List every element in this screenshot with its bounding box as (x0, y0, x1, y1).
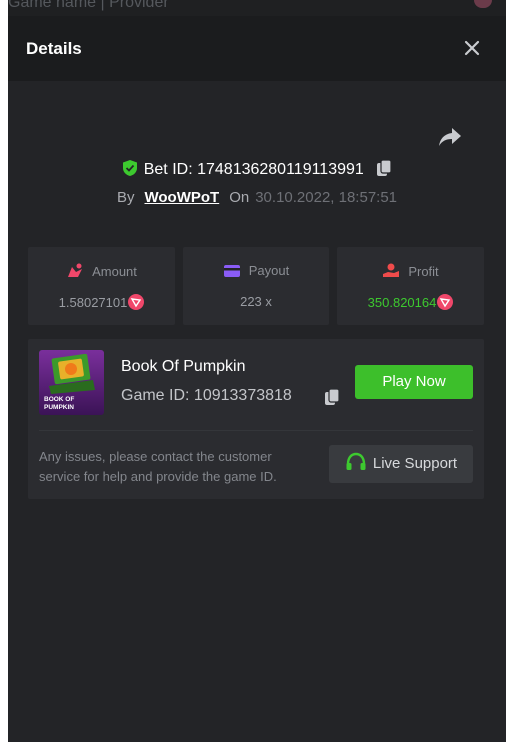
bet-id-label: Bet ID: (143, 161, 193, 178)
profit-stat: Profit 350.820164 (337, 247, 484, 325)
verified-shield-icon (122, 160, 137, 176)
card-icon (223, 265, 240, 277)
copy-bet-id-icon[interactable] (376, 159, 392, 177)
by-label: By (116, 189, 135, 206)
headset-icon (346, 452, 366, 470)
game-id: Game ID: 10913373818 (121, 387, 292, 405)
profit-label: Profit (408, 264, 439, 279)
background-title: Game name | Provider (8, 0, 169, 11)
game-name: Book Of Pumpkin (121, 358, 246, 375)
game-id-value: 10913373818 (193, 387, 292, 404)
on-label: On (229, 189, 250, 206)
amount-stat: Amount 1.58027101 (28, 247, 175, 325)
background-page-strip: Game name | Provider (8, 0, 506, 16)
close-icon[interactable] (462, 38, 482, 58)
share-icon[interactable] (438, 126, 462, 148)
amount-value: 1.58027101 (58, 295, 128, 310)
issues-text: Any issues, please contact the customer … (39, 449, 277, 484)
divider (39, 430, 473, 431)
tron-coin-icon (128, 294, 145, 310)
profit-icon (383, 263, 400, 277)
stats-row: Amount 1.58027101 Payout 223 x Profit 35… (28, 247, 484, 325)
play-now-button[interactable]: Play Now (355, 365, 473, 399)
game-id-label: Game ID: (121, 387, 190, 404)
profit-value: 350.820164 (367, 295, 437, 310)
bet-id-value: 1748136280119113991 (197, 161, 364, 178)
thumb-title-line2: PUMPKIN (44, 404, 74, 411)
bet-datetime: 30.10.2022, 18:57:51 (255, 189, 398, 206)
modal-header: Details (8, 16, 506, 81)
thumb-title-line1: BOOK OF (44, 396, 74, 403)
game-thumbnail[interactable]: BOOK OF PUMPKIN (39, 350, 104, 415)
live-support-button[interactable]: Live Support (329, 445, 473, 483)
amount-label: Amount (92, 264, 137, 279)
copy-game-id-icon[interactable] (324, 388, 340, 406)
payout-value: 223 x (240, 294, 272, 309)
payout-stat: Payout 223 x (183, 247, 329, 325)
game-card: BOOK OF PUMPKIN Book Of Pumpkin Game ID:… (28, 339, 484, 499)
background-avatar-icon (474, 0, 492, 8)
bet-author-row: By WooWPoT On 30.10.2022, 18:57:51 (8, 187, 506, 209)
live-support-label: Live Support (372, 455, 458, 472)
amount-icon (68, 263, 83, 277)
tron-coin-icon (437, 294, 454, 310)
details-modal: Details Bet ID: 1748136280119113991 By Wo… (8, 16, 506, 742)
user-link[interactable]: WooWPoT (145, 189, 220, 206)
modal-title: Details (26, 39, 82, 58)
bet-id-row: Bet ID: 1748136280119113991 (8, 159, 506, 181)
payout-label: Payout (248, 263, 290, 278)
